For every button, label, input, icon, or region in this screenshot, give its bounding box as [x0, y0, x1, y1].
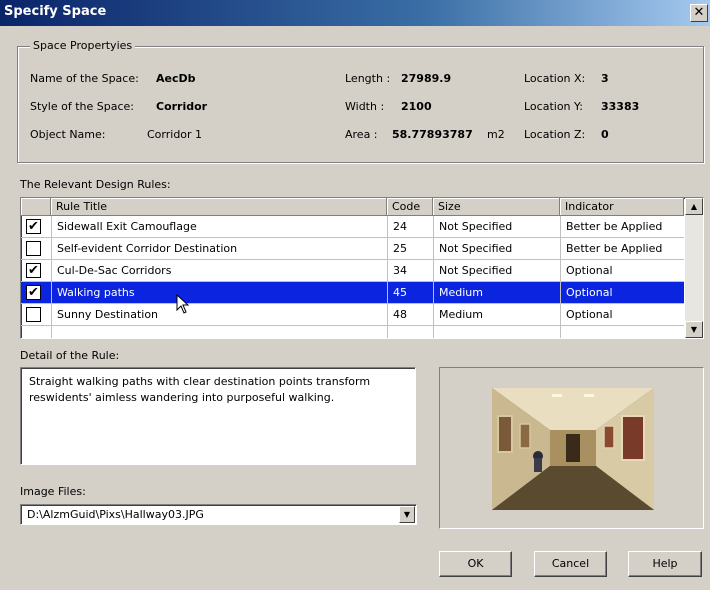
rule-size: Medium [439, 308, 483, 321]
location-z-label: Location Z: [524, 128, 586, 141]
rule-title: Walking paths [57, 286, 135, 299]
ok-button[interactable]: OK [439, 551, 512, 577]
rule-checkbox[interactable] [26, 307, 41, 322]
space-name-label: Name of the Space: [30, 72, 139, 85]
rule-indicator: Better be Applied [566, 220, 663, 233]
rule-title: Self-evident Corridor Destination [57, 242, 238, 255]
table-row[interactable]: Sunny Destination 48 Medium Optional [21, 304, 684, 326]
rule-code: 45 [393, 286, 407, 299]
column-divider [387, 216, 388, 338]
rule-title: Cul-De-Sac Corridors [57, 264, 172, 277]
table-row-selected[interactable]: ✔ Walking paths 45 Medium Optional [21, 282, 684, 304]
help-button[interactable]: Help [628, 551, 702, 577]
design-rules-label: The Relevant Design Rules: [20, 178, 171, 191]
scroll-up-arrow-icon[interactable]: ▲ [685, 198, 703, 215]
rule-code: 34 [393, 264, 407, 277]
column-divider [433, 216, 434, 338]
rule-indicator: Optional [566, 264, 613, 277]
title-bar[interactable] [0, 0, 710, 26]
design-rules-table[interactable]: Rule Title Code Size Indicator ✔ Sidewal… [20, 197, 704, 339]
rule-code: 25 [393, 242, 407, 255]
checkbox-column-header[interactable] [21, 198, 51, 216]
rule-checkbox[interactable] [26, 241, 41, 256]
rule-title: Sunny Destination [57, 308, 159, 321]
rule-size: Not Specified [439, 264, 513, 277]
rule-indicator: Better be Applied [566, 242, 663, 255]
mouse-pointer-icon [176, 294, 190, 314]
space-name-value: AecDb [156, 72, 196, 85]
location-z-value: 0 [601, 128, 609, 141]
hallway-image [492, 388, 654, 510]
rule-title-header[interactable]: Rule Title [51, 198, 387, 216]
rule-indicator: Optional [566, 308, 613, 321]
location-x-value: 3 [601, 72, 609, 85]
rule-checkbox[interactable]: ✔ [26, 285, 41, 300]
length-value: 27989.9 [401, 72, 452, 85]
image-files-label: Image Files: [20, 485, 86, 498]
table-row[interactable]: ✔ Cul-De-Sac Corridors 34 Not Specified … [21, 260, 684, 282]
location-x-label: Location X: [524, 72, 586, 85]
location-y-label: Location Y: [524, 100, 583, 113]
rule-size: Medium [439, 286, 483, 299]
window-title: Specify Space [4, 4, 107, 19]
rule-detail-textarea[interactable]: Straight walking paths with clear destin… [20, 367, 416, 465]
rule-detail-label: Detail of the Rule: [20, 349, 120, 362]
area-label: Area : [345, 128, 378, 141]
table-row[interactable]: Self-evident Corridor Destination 25 Not… [21, 238, 684, 260]
close-button[interactable]: ✕ [690, 4, 708, 22]
vertical-scrollbar[interactable]: ▲ ▼ [685, 198, 703, 338]
rule-code: 24 [393, 220, 407, 233]
image-files-select[interactable]: D:\AlzmGuid\Pixs\Hallway03.JPG ▼ [20, 504, 417, 525]
area-unit: m2 [487, 128, 505, 141]
dropdown-arrow-icon[interactable]: ▼ [399, 506, 415, 523]
cancel-button[interactable]: Cancel [534, 551, 607, 577]
image-preview-frame [439, 367, 704, 529]
table-row[interactable]: ✔ Sidewall Exit Camouflage 24 Not Specif… [21, 216, 684, 238]
column-divider [51, 216, 52, 338]
rule-size: Not Specified [439, 220, 513, 233]
length-label: Length : [345, 72, 391, 85]
rule-size: Not Specified [439, 242, 513, 255]
column-divider [560, 216, 561, 338]
rule-indicator: Optional [566, 286, 613, 299]
object-name-value: Corridor 1 [147, 128, 203, 141]
space-style-label: Style of the Space: [30, 100, 135, 113]
code-header[interactable]: Code [387, 198, 433, 216]
width-label: Width : [345, 100, 385, 113]
image-files-value: D:\AlzmGuid\Pixs\Hallway03.JPG [27, 508, 204, 521]
rule-checkbox[interactable]: ✔ [26, 219, 41, 234]
object-name-label: Object Name: [30, 128, 106, 141]
size-header[interactable]: Size [433, 198, 560, 216]
rule-checkbox[interactable]: ✔ [26, 263, 41, 278]
area-value: 58.77893787 [392, 128, 473, 141]
space-style-value: Corridor [156, 100, 208, 113]
scroll-down-arrow-icon[interactable]: ▼ [685, 321, 703, 338]
space-properties-legend: Space Propertyies [30, 39, 136, 52]
rule-code: 48 [393, 308, 407, 321]
indicator-header[interactable]: Indicator [560, 198, 684, 216]
location-y-value: 33383 [601, 100, 640, 113]
width-value: 2100 [401, 100, 432, 113]
rule-title: Sidewall Exit Camouflage [57, 220, 197, 233]
